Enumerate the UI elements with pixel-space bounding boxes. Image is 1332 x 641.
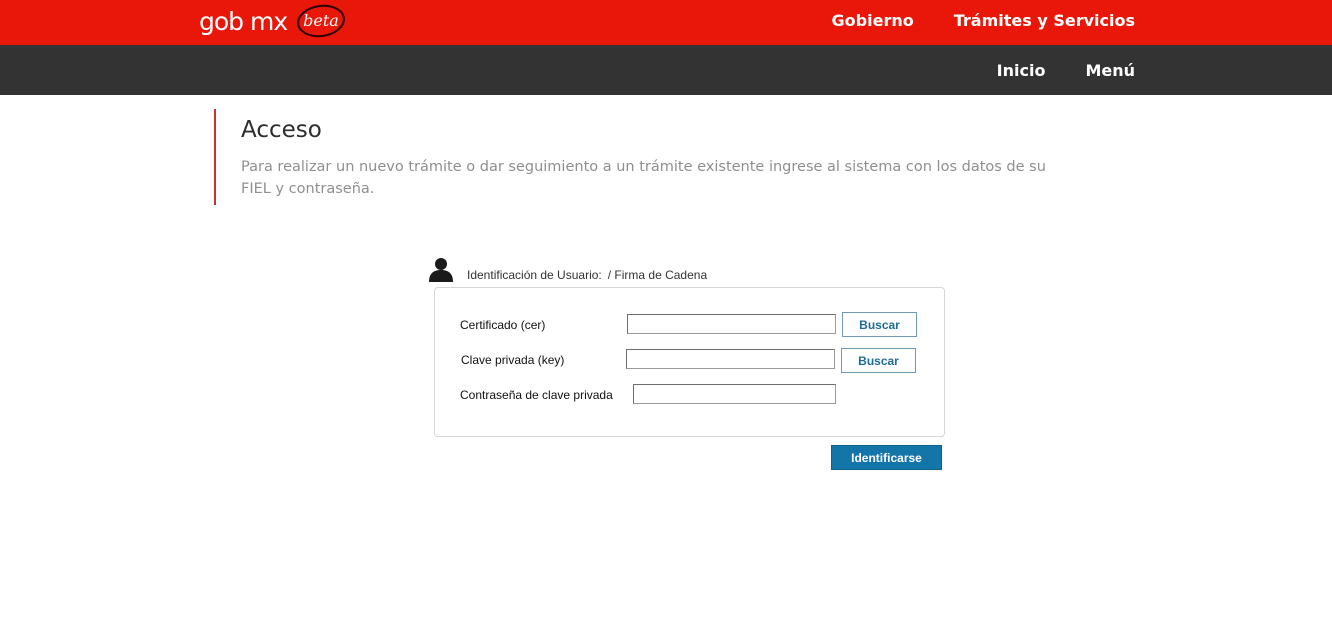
nav-tramites-servicios-link[interactable]: Trámites y Servicios (954, 10, 1135, 32)
certificate-browse-button[interactable]: Buscar (842, 312, 917, 337)
identify-submit-button[interactable]: Identificarse (831, 445, 942, 470)
nav-gobierno-link[interactable]: Gobierno (832, 10, 914, 32)
page-title: Acceso (241, 117, 322, 143)
nav-inicio-link[interactable]: Inicio (997, 60, 1046, 82)
page-heading-block: Acceso Para realizar un nuevo trámite o … (214, 109, 1054, 205)
beta-badge-text: beta (303, 10, 339, 30)
gobmx-logo[interactable]: gob mx beta (199, 2, 345, 40)
login-form-panel: Certificado (cer) Buscar Clave privada (… (434, 287, 945, 437)
nav-menu-link[interactable]: Menú (1085, 60, 1135, 82)
identification-label: Identificación de Usuario: (467, 268, 602, 282)
private-key-browse-button[interactable]: Buscar (841, 348, 916, 373)
certificate-label: Certificado (cer) (460, 318, 546, 332)
private-key-password-field[interactable] (633, 384, 836, 404)
private-key-file-input[interactable] (626, 349, 835, 369)
password-label: Contraseña de clave privada (460, 388, 613, 402)
secondary-nav-bar: Inicio Menú (0, 45, 1332, 95)
identification-method: / Firma de Cadena (607, 268, 708, 282)
identification-header: Identificación de Usuario: / Firma de Ca… (428, 256, 707, 282)
top-header-bar: gob mx beta Gobierno Trámites y Servicio… (0, 0, 1332, 45)
logo-text: gob mx (199, 6, 288, 36)
top-nav: Gobierno Trámites y Servicios (832, 10, 1135, 32)
beta-badge-icon: beta (296, 2, 346, 38)
page-description: Para realizar un nuevo trámite o dar seg… (241, 159, 1046, 197)
certificate-file-input[interactable] (627, 314, 836, 334)
user-icon (428, 256, 454, 282)
private-key-label: Clave privada (key) (461, 353, 565, 367)
sub-nav: Inicio Menú (997, 60, 1135, 82)
